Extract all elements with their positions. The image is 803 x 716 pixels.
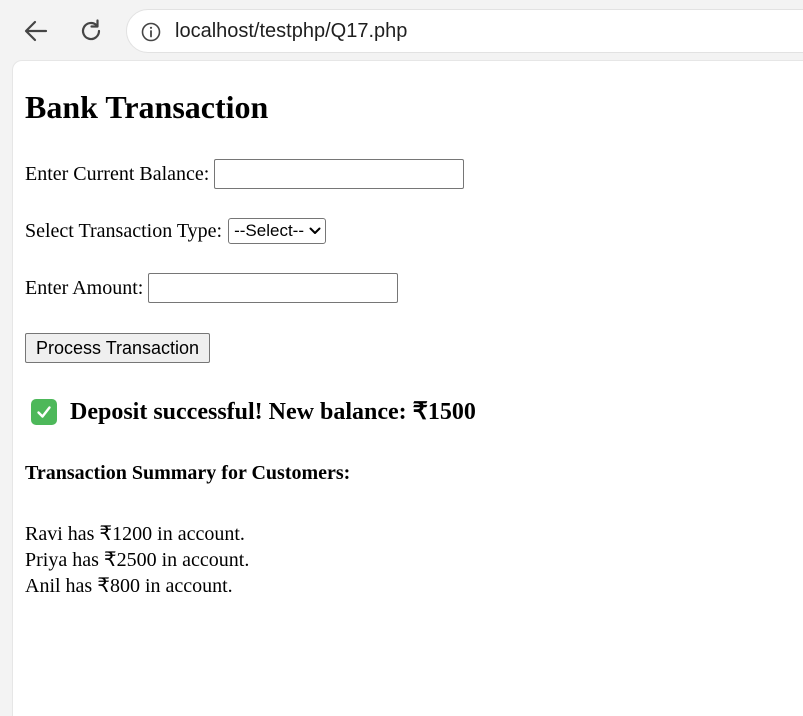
transaction-type-label: Select Transaction Type: xyxy=(25,219,223,242)
transaction-type-select[interactable]: --Select-- xyxy=(228,218,327,244)
summary-heading: Transaction Summary for Customers: xyxy=(25,462,351,484)
check-mark-icon xyxy=(31,398,57,425)
customer-list: Ravi has ₹1200 in account. Priya has ₹25… xyxy=(25,521,249,599)
balance-row: Enter Current Balance: xyxy=(25,159,465,189)
arrow-left-icon xyxy=(24,20,48,42)
process-transaction-button[interactable]: Process Transaction xyxy=(25,333,211,363)
amount-input[interactable] xyxy=(148,273,399,303)
result-message: Deposit successful! New balance: ₹1500 xyxy=(31,397,476,426)
back-button[interactable] xyxy=(19,14,53,48)
list-item: Ravi has ₹1200 in account. xyxy=(25,523,245,545)
info-icon[interactable] xyxy=(141,22,161,42)
amount-row: Enter Amount: xyxy=(25,273,399,303)
balance-label: Enter Current Balance: xyxy=(25,162,210,185)
reload-button[interactable] xyxy=(74,14,108,48)
page-title: Bank Transaction xyxy=(25,89,269,125)
browser-toolbar: localhost/testphp/Q17.php xyxy=(0,0,803,58)
transaction-type-row: Select Transaction Type: --Select-- xyxy=(25,218,327,244)
chevron-down-icon xyxy=(309,227,321,234)
list-item: Priya has ₹2500 in account. xyxy=(25,549,250,571)
amount-label: Enter Amount: xyxy=(25,276,144,299)
list-item: Anil has ₹800 in account. xyxy=(25,575,233,597)
reload-icon xyxy=(81,19,101,41)
transaction-type-selected: --Select-- xyxy=(234,221,305,240)
address-bar[interactable]: localhost/testphp/Q17.php xyxy=(126,9,803,53)
url-text[interactable]: localhost/testphp/Q17.php xyxy=(175,20,407,43)
result-text: Deposit successful! New balance: ₹1500 xyxy=(70,399,476,425)
page-content: Bank Transaction Enter Current Balance: … xyxy=(12,60,803,716)
balance-input[interactable] xyxy=(214,159,465,189)
